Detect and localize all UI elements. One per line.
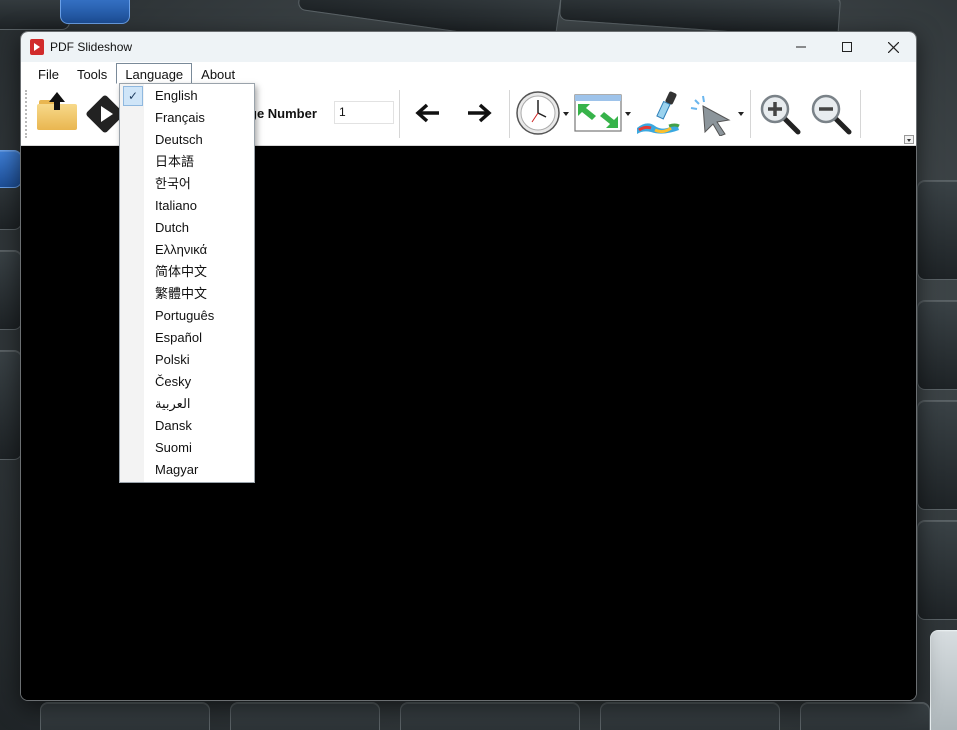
language-item-label: Português [155,308,215,323]
language-item-label: 日本語 [155,154,195,169]
maximize-icon [842,42,852,52]
maximize-button[interactable] [824,32,870,62]
language-item-portugues[interactable]: Português [120,305,254,327]
bg-key [230,702,380,730]
toolbar-separator [399,90,400,138]
language-item-dansk[interactable]: Dansk [120,415,254,437]
language-item-traditional-chinese[interactable]: 繁體中文 [120,283,254,305]
previous-page-button[interactable] [413,101,443,125]
language-item-label: Suomi [155,440,192,455]
language-item-label: Español [155,330,202,345]
bg-key [0,350,22,460]
bg-key [800,702,930,730]
language-item-greek[interactable]: Ελληνικά [120,239,254,261]
bg-key [40,702,210,730]
paint-icon[interactable] [633,90,685,136]
menu-about[interactable]: About [192,63,244,84]
open-folder-icon[interactable] [37,92,77,130]
window-controls [778,32,916,62]
bg-key [917,400,957,510]
next-page-button[interactable] [464,101,494,125]
language-item-cesky[interactable]: Česky [120,371,254,393]
language-item-simplified-chinese[interactable]: 简体中文 [120,261,254,283]
toolbar-separator [860,90,861,138]
menu-tools[interactable]: Tools [68,63,116,84]
language-item-suomi[interactable]: Suomi [120,437,254,459]
language-item-magyar[interactable]: Magyar [120,459,254,481]
menu-language[interactable]: Language [116,62,193,84]
language-item-label: 한국어 [155,176,191,191]
language-item-label: Magyar [155,462,199,477]
language-item-label: العربية [155,396,191,411]
bg-key [917,180,957,280]
menu-file[interactable]: File [29,63,68,84]
transition-icon[interactable] [574,92,622,134]
toolbar-separator [509,90,510,138]
language-item-espanol[interactable]: Español [120,327,254,349]
close-icon [887,41,899,53]
language-item-dutch[interactable]: Dutch [120,217,254,239]
minimize-button[interactable] [778,32,824,62]
title-bar[interactable]: PDF Slideshow [21,32,916,62]
page-number-input[interactable]: 1 [334,101,394,124]
bg-key [0,250,22,330]
language-item-english[interactable]: ✓ English [120,85,254,107]
language-item-italiano[interactable]: Italiano [120,195,254,217]
language-item-label: Dansk [155,418,192,433]
window-title: PDF Slideshow [50,40,133,54]
arrow-right-icon [468,103,492,123]
transition-dropdown-caret[interactable] [625,112,631,116]
bg-key [917,520,957,620]
toolbar-separator [750,90,751,138]
language-item-arabic[interactable]: العربية [120,393,254,415]
language-item-deutsch[interactable]: Deutsch [120,129,254,151]
bg-key [917,300,957,390]
language-item-label: Français [155,110,205,125]
minimize-icon [796,46,806,48]
bg-key [400,702,580,730]
language-item-japanese[interactable]: 日本語 [120,151,254,173]
bg-key [0,150,22,188]
play-icon[interactable] [85,94,125,134]
bg-key [600,702,780,730]
language-item-label: Italiano [155,198,197,213]
language-item-label: 繁體中文 [155,286,208,301]
menu-bar: File Tools Language About [21,62,916,84]
language-item-label: Ελληνικά [155,242,208,257]
clock-dropdown-caret[interactable] [563,112,569,116]
language-item-korean[interactable]: 한국어 [120,173,254,195]
arrow-left-icon [415,103,439,123]
checkmark-icon: ✓ [123,86,143,106]
pdf-slideshow-icon [30,39,44,55]
language-item-label: Česky [155,374,192,389]
zoom-out-icon[interactable] [809,92,853,136]
pointer-dropdown-caret[interactable] [738,112,744,116]
close-button[interactable] [870,32,916,62]
bg-key [930,630,957,730]
language-item-polski[interactable]: Polski [120,349,254,371]
zoom-in-icon[interactable] [758,92,802,136]
toolbar-grip[interactable] [25,90,28,138]
clock-icon[interactable] [515,90,561,136]
language-item-label: 简体中文 [155,264,208,279]
language-dropdown: ✓ English Français Deutsch 日本語 한국어 Itali… [119,83,255,483]
language-item-label: English [155,88,198,103]
toolbar-overflow-button[interactable] [904,135,914,144]
language-item-label: Polski [155,352,190,367]
bg-key [60,0,130,24]
language-item-label: Dutch [155,220,189,235]
page-number-label: ge Number [249,106,317,121]
pointer-icon[interactable] [689,92,737,137]
language-item-francais[interactable]: Français [120,107,254,129]
language-item-label: Deutsch [155,132,203,147]
